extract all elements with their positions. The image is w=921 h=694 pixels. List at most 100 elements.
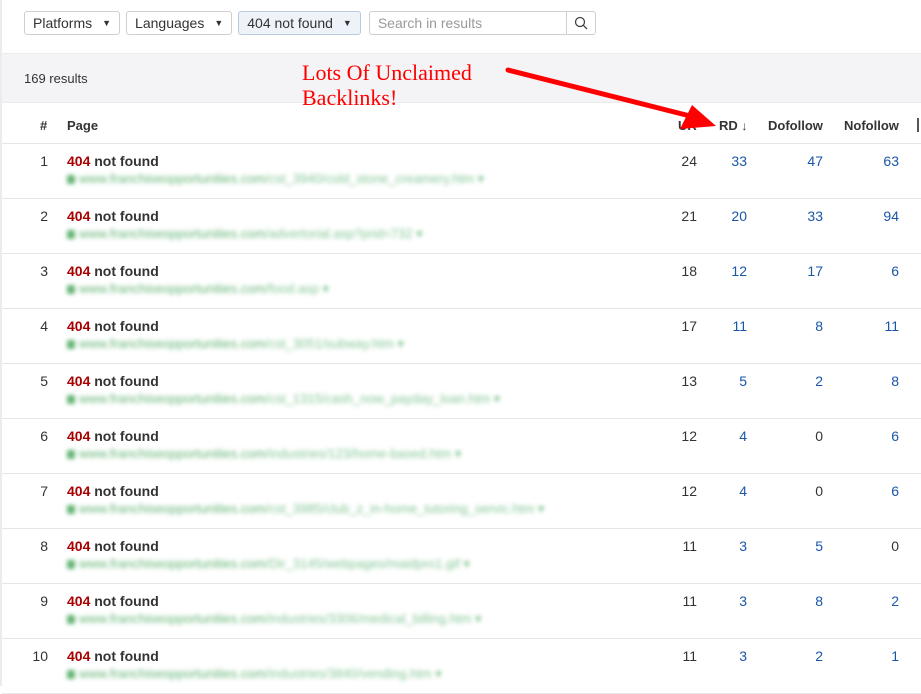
url-path: /cst_3985/club_z_in-home_tutoring_servic… [265, 501, 535, 516]
ur-value: 11 [682, 593, 697, 609]
column-header-ur[interactable]: UR [678, 118, 697, 133]
nofollow-value-link[interactable]: 8 [859, 373, 899, 389]
page-title-link[interactable]: 404 not found [67, 208, 159, 224]
url-path: /Dir_3145/webpages/maidpro1.gif [265, 556, 460, 571]
row-index: 9 [40, 593, 48, 609]
lock-icon [67, 175, 75, 184]
dropdown-caret-icon: ▾ [412, 226, 423, 241]
column-header-dofollow[interactable]: Dofollow [768, 118, 823, 133]
rd-value-link[interactable]: 5 [707, 373, 747, 389]
page-url-link[interactable]: www.franchiseopportunities.com/cst_3985/… [67, 501, 544, 517]
lock-icon [67, 340, 75, 349]
url-domain: www.franchiseopportunities.com [79, 171, 266, 186]
search-button[interactable] [565, 12, 595, 34]
nofollow-value-link[interactable]: 1 [859, 648, 899, 664]
nofollow-value-link[interactable]: 94 [859, 208, 899, 224]
column-header-rd[interactable]: RD ↓ [719, 118, 747, 133]
table-row: 5 404 not found www.franchiseopportunities… [2, 364, 921, 419]
nofollow-value-link[interactable]: 2 [859, 593, 899, 609]
search-input[interactable] [369, 12, 566, 34]
rd-value-link[interactable]: 3 [707, 648, 747, 664]
page-title-link[interactable]: 404 not found [67, 373, 159, 389]
platforms-filter-dropdown[interactable]: Platforms ▼ [24, 11, 121, 35]
page-url-link[interactable]: www.franchiseopportunities.com/cst_3940/… [67, 171, 484, 187]
status-filter-dropdown[interactable]: 404 not found ▼ [238, 11, 361, 35]
dofollow-value-link[interactable]: 33 [783, 208, 823, 224]
nofollow-value-link[interactable]: 11 [859, 318, 899, 334]
page-url-link[interactable]: www.franchiseopportunities.com/cst_1315/… [67, 391, 500, 407]
page-title-link[interactable]: 404 not found [67, 593, 159, 609]
dropdown-caret-icon: ▾ [534, 501, 545, 516]
page-title-link[interactable]: 404 not found [67, 153, 159, 169]
search-icon [574, 16, 588, 30]
row-index: 2 [40, 208, 48, 224]
url-domain: www.franchiseopportunities.com [79, 501, 266, 516]
lock-icon [67, 505, 75, 514]
row-index: 6 [40, 428, 48, 444]
page-url-link[interactable]: www.franchiseopportunities.com/industrie… [67, 666, 442, 682]
url-domain: www.franchiseopportunities.com [79, 666, 266, 681]
page-title-link[interactable]: 404 not found [67, 263, 159, 279]
row-index: 3 [40, 263, 48, 279]
dropdown-caret-icon: ▾ [393, 336, 404, 351]
dofollow-value-link[interactable]: 17 [783, 263, 823, 279]
ur-value: 17 [681, 318, 697, 334]
url-domain: www.franchiseopportunities.com [79, 336, 266, 351]
table-row: 3 404 not found www.franchiseopportunities… [2, 254, 921, 309]
rd-value-link[interactable]: 3 [707, 538, 747, 554]
rd-value-link[interactable]: 12 [707, 263, 747, 279]
nofollow-value-link[interactable]: 6 [859, 428, 899, 444]
rd-value-link[interactable]: 11 [707, 318, 747, 334]
nofollow-value-link[interactable]: 6 [859, 263, 899, 279]
page-title-link[interactable]: 404 not found [67, 538, 159, 554]
dofollow-value-link[interactable]: 8 [783, 593, 823, 609]
url-path: /industries/3840/vending.htm [265, 666, 432, 681]
column-header-nofollow[interactable]: Nofollow [844, 118, 899, 133]
status-text: not found [94, 208, 159, 224]
languages-filter-dropdown[interactable]: Languages ▼ [126, 11, 233, 35]
rd-value-link[interactable]: 4 [707, 428, 747, 444]
lock-icon [67, 615, 75, 624]
dofollow-value-link[interactable]: 5 [783, 538, 823, 554]
dofollow-value-link[interactable]: 47 [783, 153, 823, 169]
url-path: /advertorial.asp?prid=732 [265, 226, 413, 241]
dofollow-value-link[interactable]: 2 [783, 648, 823, 664]
dofollow-value-link[interactable]: 8 [783, 318, 823, 334]
page-title-link[interactable]: 404 not found [67, 428, 159, 444]
status-code: 404 [67, 538, 91, 554]
url-path: /industries/123/home-based.htm [265, 446, 452, 461]
page-url-link[interactable]: www.franchiseopportunities.com/Dir_3145/… [67, 556, 470, 572]
status-text: not found [94, 483, 159, 499]
dropdown-caret-icon: ▾ [459, 556, 470, 571]
url-path: /cst_3051/subway.htm [265, 336, 394, 351]
url-domain: www.franchiseopportunities.com [79, 556, 266, 571]
page-url-link[interactable]: www.franchiseopportunities.com/food.asp … [67, 281, 329, 297]
page-title-link[interactable]: 404 not found [67, 318, 159, 334]
row-index: 4 [40, 318, 48, 334]
status-code: 404 [67, 318, 91, 334]
rd-value-link[interactable]: 20 [707, 208, 747, 224]
page-title-link[interactable]: 404 not found [67, 648, 159, 664]
rd-value-link[interactable]: 3 [707, 593, 747, 609]
dofollow-value-link: 0 [815, 428, 823, 444]
page-title-link[interactable]: 404 not found [67, 483, 159, 499]
lock-icon [67, 450, 75, 459]
rd-value-link[interactable]: 4 [707, 483, 747, 499]
ur-value: 13 [681, 373, 697, 389]
row-index: 5 [40, 373, 48, 389]
page-url-link[interactable]: www.franchiseopportunities.com/advertori… [67, 226, 423, 242]
dofollow-value-link[interactable]: 2 [783, 373, 823, 389]
row-index: 7 [40, 483, 48, 499]
ur-value: 24 [681, 153, 697, 169]
page-url-link[interactable]: www.franchiseopportunities.com/industrie… [67, 446, 461, 462]
page-url-link[interactable]: www.franchiseopportunities.com/industrie… [67, 611, 482, 627]
url-domain: www.franchiseopportunities.com [79, 281, 266, 296]
column-header-page[interactable]: Page [67, 118, 98, 133]
rd-value-link[interactable]: 33 [707, 153, 747, 169]
nofollow-value-link[interactable]: 63 [859, 153, 899, 169]
table-row: 8 404 not found www.franchiseopportunities… [2, 529, 921, 584]
caret-down-icon: ▼ [342, 18, 352, 28]
page-url-link[interactable]: www.franchiseopportunities.com/cst_3051/… [67, 336, 404, 352]
status-filter-label: 404 not found [247, 15, 333, 31]
nofollow-value-link[interactable]: 6 [859, 483, 899, 499]
